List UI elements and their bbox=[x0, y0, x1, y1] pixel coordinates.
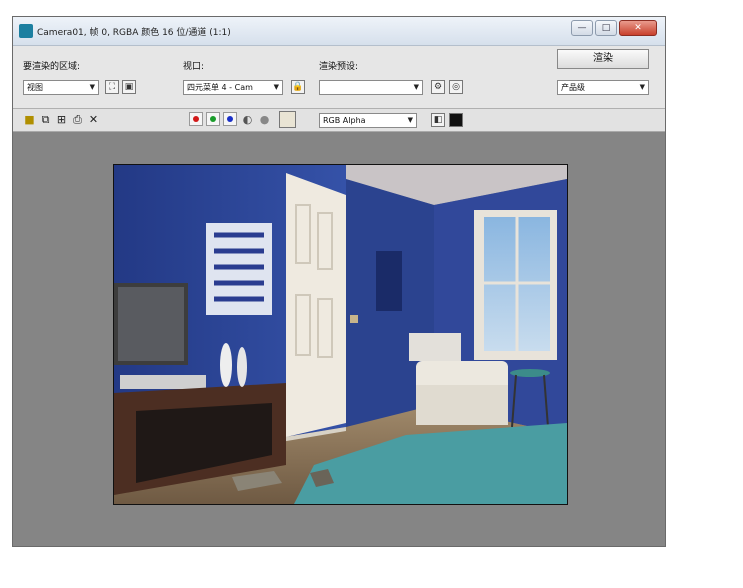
clear-icon[interactable]: ✕ bbox=[87, 113, 100, 126]
production-value: 产品级 bbox=[561, 83, 585, 92]
save-image-icon[interactable]: ■ bbox=[23, 113, 36, 126]
production-dropdown[interactable]: 产品级 ▼ bbox=[557, 80, 649, 95]
toggle-ui-icon[interactable] bbox=[449, 113, 463, 127]
blue-dot-icon bbox=[227, 116, 233, 122]
preset-label: 渲染预设: bbox=[319, 62, 359, 72]
area-value: 视图 bbox=[27, 83, 43, 92]
red-channel-toggle[interactable] bbox=[189, 112, 203, 126]
render-button[interactable]: 渲染 bbox=[557, 49, 649, 69]
viewport-value: 四元菜单 4 - Cam bbox=[187, 83, 253, 92]
monochrome-icon[interactable]: ● bbox=[258, 113, 271, 126]
environment-icon[interactable]: ◎ bbox=[449, 80, 463, 94]
render-setup-icon[interactable]: ⚙ bbox=[431, 80, 445, 94]
title-bar[interactable]: Camera01, 帧 0, RGBA 颜色 16 位/通道 (1:1) — □… bbox=[13, 17, 665, 46]
green-channel-toggle[interactable] bbox=[206, 112, 220, 126]
window-title: Camera01, 帧 0, RGBA 颜色 16 位/通道 (1:1) bbox=[37, 28, 231, 38]
red-dot-icon bbox=[193, 116, 199, 122]
app-icon bbox=[19, 24, 33, 38]
render-settings-toolbar: 要渲染的区域: 视图 ▼ ⛶ ▣ 视口: 四元菜单 4 - Cam ▼ 🔒 渲染预设… bbox=[13, 46, 665, 109]
lock-icon[interactable]: 🔒 bbox=[291, 80, 305, 94]
blue-channel-toggle[interactable] bbox=[223, 112, 237, 126]
viewport-dropdown[interactable]: 四元菜单 4 - Cam ▼ bbox=[183, 80, 283, 95]
rendered-image bbox=[113, 164, 568, 505]
viewport-label: 视口: bbox=[183, 62, 205, 72]
green-dot-icon bbox=[210, 116, 216, 122]
channel-dropdown[interactable]: RGB Alpha ▼ bbox=[319, 113, 417, 128]
area-dropdown[interactable]: 视图 ▼ bbox=[23, 80, 99, 95]
minimize-button[interactable]: — bbox=[571, 20, 593, 36]
image-toolbar: ■ ⧉ ⊞ ⎙ ✕ ◐ ● RGB Alpha ▼ ◧ bbox=[13, 109, 665, 132]
color-swatch[interactable] bbox=[279, 111, 296, 128]
chevron-down-icon: ▼ bbox=[639, 83, 645, 91]
print-icon[interactable]: ⎙ bbox=[71, 113, 84, 126]
area-label: 要渲染的区域: bbox=[23, 62, 81, 72]
alpha-channel-icon[interactable]: ◐ bbox=[241, 113, 254, 126]
close-button[interactable]: ✕ bbox=[619, 20, 657, 36]
chevron-down-icon: ▼ bbox=[273, 83, 279, 91]
chevron-down-icon: ▼ bbox=[89, 83, 95, 91]
auto-region-icon[interactable]: ▣ bbox=[122, 80, 136, 94]
rendered-frame-window: Camera01, 帧 0, RGBA 颜色 16 位/通道 (1:1) — □… bbox=[12, 16, 666, 547]
clone-window-icon[interactable]: ⊞ bbox=[55, 113, 68, 126]
render-scene bbox=[114, 165, 567, 504]
chevron-down-icon: ▼ bbox=[407, 116, 413, 124]
display-channel-icon[interactable]: ◧ bbox=[431, 113, 445, 127]
channel-value: RGB Alpha bbox=[323, 116, 366, 125]
preset-dropdown[interactable]: ▼ bbox=[319, 80, 423, 95]
edit-region-icon[interactable]: ⛶ bbox=[105, 80, 119, 94]
maximize-button[interactable]: □ bbox=[595, 20, 617, 36]
copy-image-icon[interactable]: ⧉ bbox=[39, 113, 52, 126]
chevron-down-icon: ▼ bbox=[413, 83, 419, 91]
